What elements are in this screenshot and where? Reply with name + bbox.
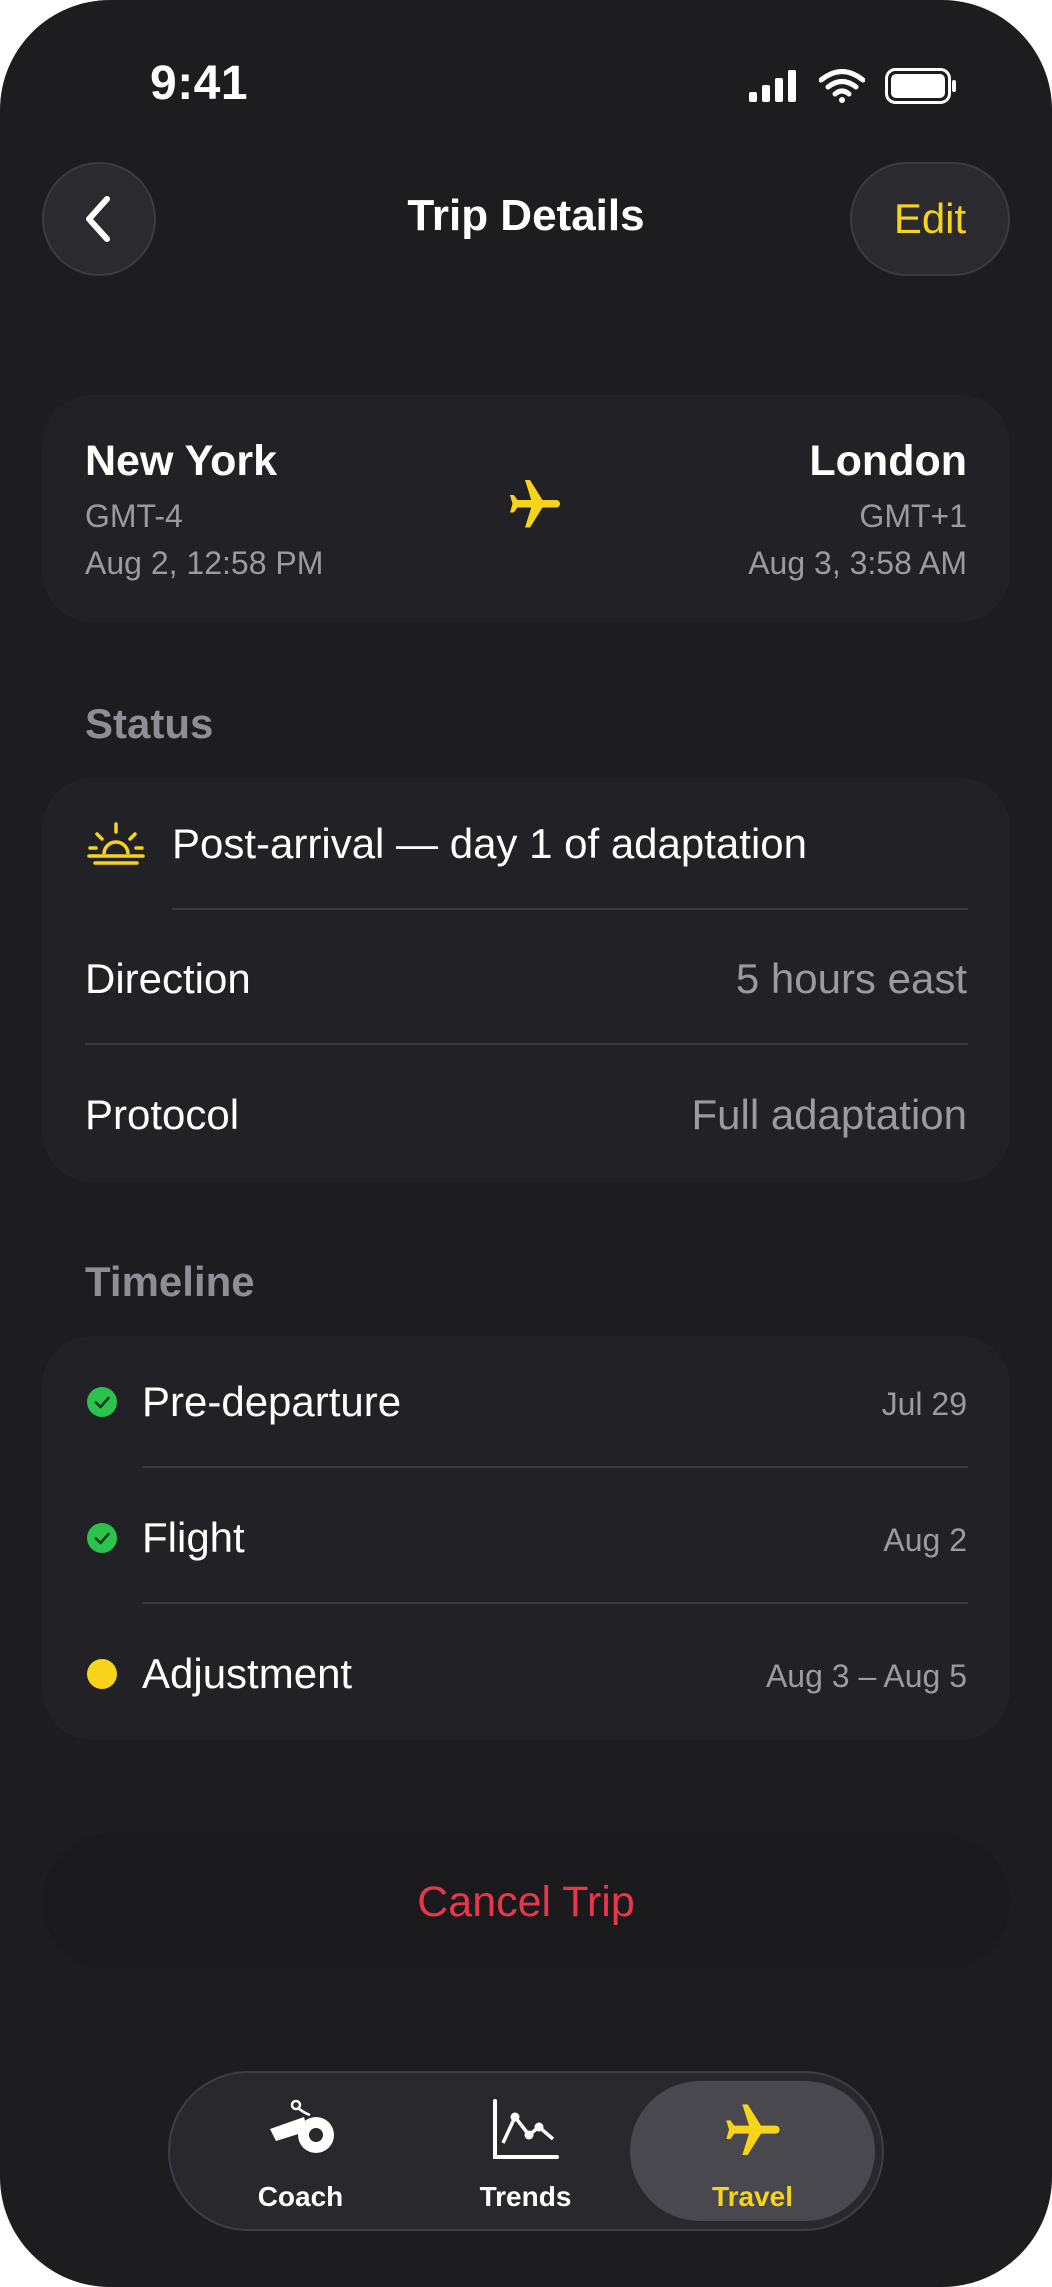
cellular-signal-icon: [749, 70, 796, 102]
status-time: 9:41: [150, 57, 249, 110]
divider: [142, 1466, 968, 1468]
status-section-label: Status: [85, 700, 214, 747]
tab-bar: Coach Trends Travel: [168, 2071, 884, 2231]
timeline-section-label: Timeline: [85, 1258, 255, 1305]
protocol-value: Full adaptation: [691, 1091, 967, 1138]
origin-timezone: GMT-4: [85, 498, 183, 534]
tab-coach[interactable]: Coach: [178, 2081, 423, 2221]
check-circle-icon: [87, 1387, 117, 1417]
in-progress-dot-icon: [87, 1659, 117, 1689]
divider: [142, 1602, 968, 1604]
timeline-item-label: Pre-departure: [142, 1378, 402, 1425]
destination-datetime: Aug 3, 3:58 AM: [748, 545, 967, 581]
timeline-item-label: Adjustment: [142, 1650, 353, 1697]
cancel-trip-button[interactable]: Cancel Trip: [42, 1834, 1010, 1970]
timeline-item-date: Aug 3 – Aug 5: [765, 1658, 967, 1694]
divider: [85, 1043, 968, 1045]
battery-icon: [885, 68, 956, 104]
status-card: Post-arrival — day 1 of adaptation Direc…: [42, 778, 1010, 1182]
tab-label: Trends: [479, 2181, 572, 2212]
airplane-icon: [510, 480, 560, 528]
destination-city: London: [809, 437, 967, 485]
destination-timezone: GMT+1: [859, 498, 967, 534]
protocol-label: Protocol: [85, 1091, 240, 1138]
status-phase-text: Post-arrival — day 1 of adaptation: [172, 820, 808, 867]
whistle-icon: [269, 2099, 334, 2153]
edit-button[interactable]: Edit: [850, 162, 1010, 276]
check-circle-icon: [87, 1523, 117, 1553]
sunrise-icon: [87, 822, 145, 865]
status-icons: [749, 66, 957, 106]
phone-screen: 9:41 Trip Details Edit New York GMT-4 Au…: [0, 0, 1052, 2287]
divider: [172, 908, 968, 910]
timeline-card: Pre-departure Jul 29 Flight Aug 2 Adjust…: [42, 1336, 1010, 1740]
tab-trends[interactable]: Trends: [403, 2081, 648, 2221]
origin-city: New York: [85, 437, 277, 485]
direction-value: 5 hours east: [735, 955, 967, 1002]
wifi-icon: [819, 69, 865, 103]
timeline-item-date: Aug 2: [883, 1522, 967, 1558]
direction-label: Direction: [85, 955, 251, 1002]
timeline-item-label: Flight: [142, 1514, 245, 1561]
timeline-item-date: Jul 29: [881, 1386, 967, 1422]
tab-label: Travel: [712, 2181, 793, 2212]
tab-label: Coach: [257, 2181, 344, 2212]
origin-datetime: Aug 2, 12:58 PM: [85, 545, 324, 581]
route-card: New York GMT-4 Aug 2, 12:58 PM London GM…: [42, 395, 1010, 622]
airplane-icon: [725, 2104, 780, 2155]
chart-icon: [492, 2099, 559, 2159]
tab-travel[interactable]: Travel: [630, 2081, 875, 2221]
